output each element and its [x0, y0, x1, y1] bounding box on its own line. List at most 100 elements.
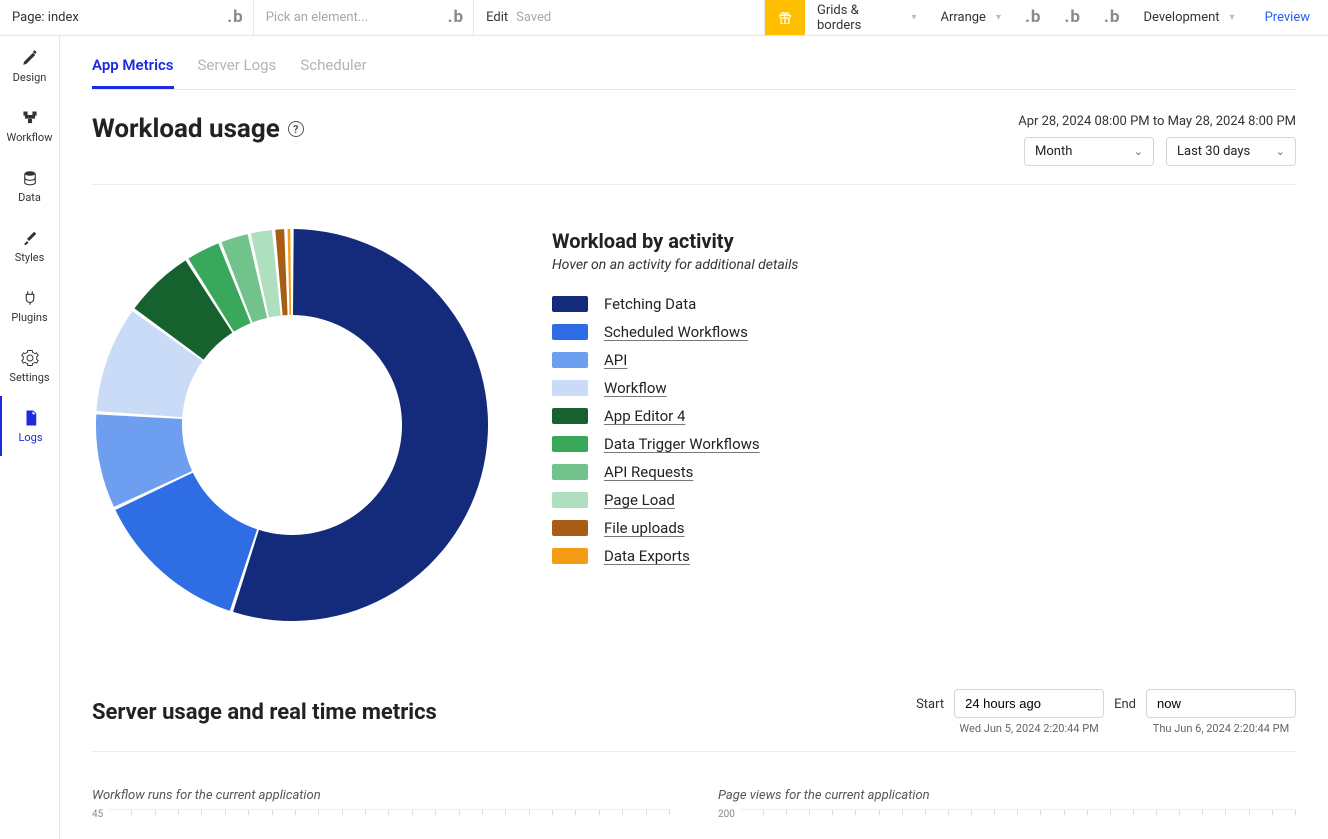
legend-item[interactable]: Workflow: [552, 379, 798, 397]
sidebar-label: Workflow: [7, 131, 53, 144]
end-input[interactable]: [1146, 689, 1296, 718]
tab-server-logs[interactable]: Server Logs: [198, 56, 277, 89]
gift-icon: [777, 9, 793, 27]
legend-swatch: [552, 380, 588, 396]
legend-item[interactable]: Page Load: [552, 491, 798, 509]
legend-label: Fetching Data: [604, 295, 696, 313]
chevron-down-icon: ⌄: [1134, 145, 1143, 158]
workload-title-text: Workload usage: [92, 114, 280, 144]
grids-borders-menu[interactable]: Grids & borders ▾: [805, 0, 928, 35]
legend-swatch: [552, 436, 588, 452]
mini-chart-title: Page views for the current application: [718, 788, 1296, 803]
page-selector[interactable]: Page: index b: [0, 0, 254, 35]
toolbar-icon-1[interactable]: b: [1013, 0, 1053, 35]
environment-menu[interactable]: Development ▾: [1131, 0, 1246, 35]
arrange-label: Arrange: [940, 10, 985, 25]
legend-item[interactable]: API: [552, 351, 798, 369]
legend-swatch: [552, 408, 588, 424]
legend-label[interactable]: File uploads: [604, 519, 685, 537]
sidebar-label: Styles: [15, 251, 45, 264]
y-axis-max: 200: [718, 809, 735, 820]
toolbar-icon-2[interactable]: b: [1052, 0, 1092, 35]
time-controls: Start Wed Jun 5, 2024 2:20:44 PM End Thu…: [916, 689, 1296, 735]
left-sidebar: Design Workflow Data Styles Plugins Sett…: [0, 36, 60, 839]
sidebar-item-logs[interactable]: Logs: [0, 396, 59, 456]
workload-chart-row: Workload by activity Hover on an activit…: [92, 225, 1296, 625]
settings-icon: [21, 349, 39, 367]
main-content: App Metrics Server Logs Scheduler Worklo…: [60, 36, 1328, 839]
data-icon: [21, 169, 39, 187]
donut-slice[interactable]: [288, 229, 291, 315]
period-select[interactable]: Last 30 days ⌄: [1166, 137, 1296, 166]
legend-item[interactable]: API Requests: [552, 463, 798, 481]
donut-chart[interactable]: [92, 225, 492, 625]
legend-label[interactable]: Page Load: [604, 491, 675, 509]
date-range-controls: Apr 28, 2024 08:00 PM to May 28, 2024 8:…: [1018, 114, 1296, 166]
preview-button[interactable]: Preview: [1247, 0, 1328, 35]
legend-label[interactable]: API Requests: [604, 463, 693, 481]
logs-icon: [22, 409, 40, 427]
legend-label[interactable]: Data Trigger Workflows: [604, 435, 760, 453]
sidebar-item-plugins[interactable]: Plugins: [0, 276, 59, 336]
end-label: End: [1114, 689, 1136, 712]
granularity-select[interactable]: Month ⌄: [1024, 137, 1154, 166]
design-icon: [21, 49, 39, 67]
legend-swatch: [552, 520, 588, 536]
legend-label[interactable]: Data Exports: [604, 547, 690, 565]
sidebar-item-workflow[interactable]: Workflow: [0, 96, 59, 156]
sidebar-item-styles[interactable]: Styles: [0, 216, 59, 276]
mini-chart-title: Workflow runs for the current applicatio…: [92, 788, 670, 803]
granularity-value: Month: [1035, 144, 1072, 159]
legend-swatch: [552, 296, 588, 312]
sidebar-item-data[interactable]: Data: [0, 156, 59, 216]
sidebar-label: Settings: [9, 371, 49, 384]
bubble-icon: b: [1025, 9, 1041, 26]
server-metrics-title: Server usage and real time metrics: [92, 700, 437, 725]
end-sublabel: Thu Jun 6, 2024 2:20:44 PM: [1146, 722, 1296, 735]
workload-header: Workload usage ? Apr 28, 2024 08:00 PM t…: [92, 114, 1296, 185]
legend-item[interactable]: File uploads: [552, 519, 798, 537]
arrange-menu[interactable]: Arrange ▾: [928, 0, 1013, 35]
workflow-runs-chart: Workflow runs for the current applicatio…: [92, 788, 670, 825]
saved-label: Saved: [516, 10, 551, 25]
legend-label[interactable]: App Editor 4: [604, 407, 685, 425]
tab-app-metrics[interactable]: App Metrics: [92, 56, 174, 89]
sidebar-item-design[interactable]: Design: [0, 36, 59, 96]
workload-title: Workload usage ?: [92, 114, 304, 144]
server-metrics-section: Server usage and real time metrics Start…: [92, 689, 1296, 825]
plugins-icon: [21, 289, 39, 307]
legend-swatch: [552, 352, 588, 368]
element-picker[interactable]: Pick an element... b: [254, 0, 474, 35]
start-input[interactable]: [954, 689, 1104, 718]
legend-item[interactable]: Data Trigger Workflows: [552, 435, 798, 453]
chevron-down-icon: ▾: [996, 12, 1001, 23]
date-range-text: Apr 28, 2024 08:00 PM to May 28, 2024 8:…: [1018, 114, 1296, 129]
legend-item[interactable]: Fetching Data: [552, 295, 798, 313]
legend-swatch: [552, 492, 588, 508]
toolbar-icon-3[interactable]: b: [1092, 0, 1132, 35]
legend-item[interactable]: Data Exports: [552, 547, 798, 565]
tabs: App Metrics Server Logs Scheduler: [92, 36, 1296, 90]
sidebar-label: Logs: [18, 431, 42, 444]
styles-icon: [21, 229, 39, 247]
legend-label[interactable]: Scheduled Workflows: [604, 323, 748, 341]
period-value: Last 30 days: [1177, 144, 1250, 159]
legend-item[interactable]: App Editor 4: [552, 407, 798, 425]
env-label: Development: [1143, 10, 1219, 25]
edit-label: Edit: [486, 10, 508, 25]
bubble-icon: b: [1104, 9, 1120, 26]
grids-label: Grids & borders: [817, 3, 901, 33]
edit-status: Edit Saved: [474, 0, 765, 35]
gift-button[interactable]: [765, 0, 805, 35]
tab-scheduler[interactable]: Scheduler: [300, 56, 366, 89]
help-icon[interactable]: ?: [288, 121, 304, 137]
start-sublabel: Wed Jun 5, 2024 2:20:44 PM: [954, 722, 1104, 735]
workflow-icon: [21, 109, 39, 127]
legend-item[interactable]: Scheduled Workflows: [552, 323, 798, 341]
legend-label[interactable]: API: [604, 351, 627, 369]
chevron-down-icon: ⌄: [1276, 145, 1285, 158]
page-name: index: [48, 10, 79, 25]
sidebar-label: Data: [18, 191, 41, 204]
sidebar-item-settings[interactable]: Settings: [0, 336, 59, 396]
legend-label[interactable]: Workflow: [604, 379, 667, 397]
